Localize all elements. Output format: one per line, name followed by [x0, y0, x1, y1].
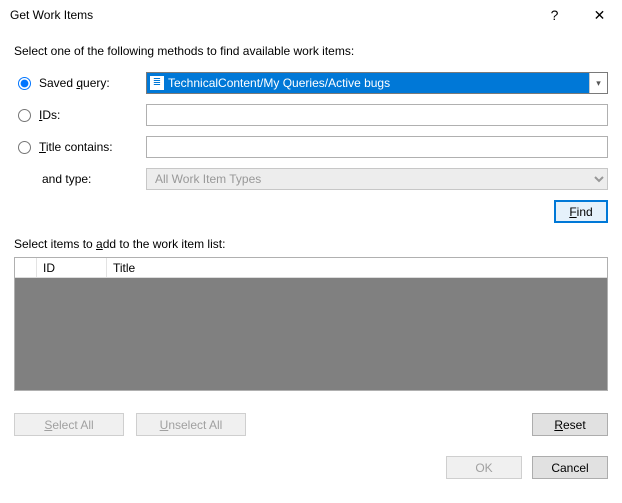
help-icon: ? — [551, 7, 559, 23]
title-contains-input[interactable] — [146, 136, 608, 158]
footer: OK Cancel — [0, 456, 622, 489]
reset-button[interactable]: Reset — [532, 413, 608, 436]
find-button[interactable]: Find — [554, 200, 608, 223]
row-type: and type: All Work Item Types — [14, 168, 608, 190]
close-button[interactable]: ✕ — [577, 0, 622, 30]
window-title: Get Work Items — [10, 8, 532, 22]
saved-query-selected: ≣ TechnicalContent/My Queries/Active bug… — [147, 73, 589, 93]
col-header-id[interactable]: ID — [37, 258, 107, 277]
saved-query-value: TechnicalContent/My Queries/Active bugs — [168, 76, 390, 90]
chevron-down-icon[interactable]: ▾ — [589, 73, 607, 93]
row-saved-query: Saved query: ≣ TechnicalContent/My Queri… — [14, 72, 608, 94]
cancel-button[interactable]: Cancel — [532, 456, 608, 479]
dialog-body: Select one of the following methods to f… — [0, 30, 622, 456]
radio-title-contains-label: Title contains: — [39, 140, 113, 154]
type-select: All Work Item Types — [146, 168, 608, 190]
col-header-selector[interactable] — [15, 258, 37, 277]
under-grid-row: Select All Unselect All Reset — [14, 413, 608, 436]
saved-query-combo[interactable]: ≣ TechnicalContent/My Queries/Active bug… — [146, 72, 608, 94]
col-header-title[interactable]: Title — [107, 258, 607, 277]
select-items-label: Select items to add to the work item lis… — [14, 237, 608, 251]
help-button[interactable]: ? — [532, 0, 577, 30]
type-label: and type: — [14, 172, 146, 186]
row-title-contains: Title contains: — [14, 136, 608, 158]
radio-ids-label: IDs: — [39, 108, 60, 122]
row-ids: IDs: — [14, 104, 608, 126]
results-grid[interactable]: ID Title — [14, 257, 608, 391]
radio-saved-query-label: Saved query: — [39, 76, 110, 90]
grid-body — [15, 278, 607, 390]
unselect-all-button: Unselect All — [136, 413, 246, 436]
query-icon: ≣ — [150, 76, 164, 90]
radio-ids[interactable]: IDs: — [14, 108, 146, 122]
grid-header: ID Title — [15, 258, 607, 278]
radio-ids-input[interactable] — [18, 109, 31, 122]
radio-saved-query[interactable]: Saved query: — [14, 76, 146, 90]
ids-input[interactable] — [146, 104, 608, 126]
titlebar: Get Work Items ? ✕ — [0, 0, 622, 30]
radio-saved-query-input[interactable] — [18, 77, 31, 90]
close-icon: ✕ — [594, 7, 606, 24]
instruction-text: Select one of the following methods to f… — [14, 44, 608, 58]
radio-title-contains-input[interactable] — [18, 141, 31, 154]
ok-button: OK — [446, 456, 522, 479]
select-all-button: Select All — [14, 413, 124, 436]
find-row: Find — [14, 200, 608, 223]
radio-title-contains[interactable]: Title contains: — [14, 140, 146, 154]
